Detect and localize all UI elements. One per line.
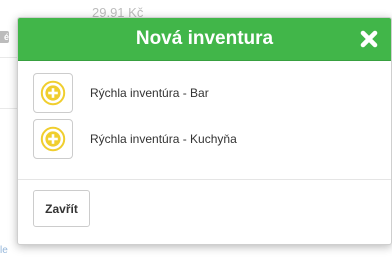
new-inventory-modal: Nová inventura Rýchla inventúra - Bar Rý… [17,17,392,245]
modal-body: Rýchla inventúra - Bar Rýchla inventúra … [18,61,391,180]
modal-title: Nová inventura [135,28,274,49]
modal-header: Nová inventura [18,18,391,61]
add-inventory-button[interactable] [33,73,73,113]
plus-circle-icon [40,126,66,152]
inventory-option-bar[interactable]: Rýchla inventúra - Bar [33,72,209,114]
modal-footer: Zavřít [18,180,391,244]
inventory-option-kitchen[interactable]: Rýchla inventúra - Kuchyňa [33,118,237,160]
close-x-icon[interactable] [359,29,379,49]
plus-circle-icon [40,80,66,106]
inventory-option-label: Rýchla inventúra - Bar [90,86,209,100]
inventory-option-label: Rýchla inventúra - Kuchyňa [90,132,237,146]
close-button[interactable]: Zavřít [33,190,90,227]
add-inventory-button[interactable] [33,119,73,159]
